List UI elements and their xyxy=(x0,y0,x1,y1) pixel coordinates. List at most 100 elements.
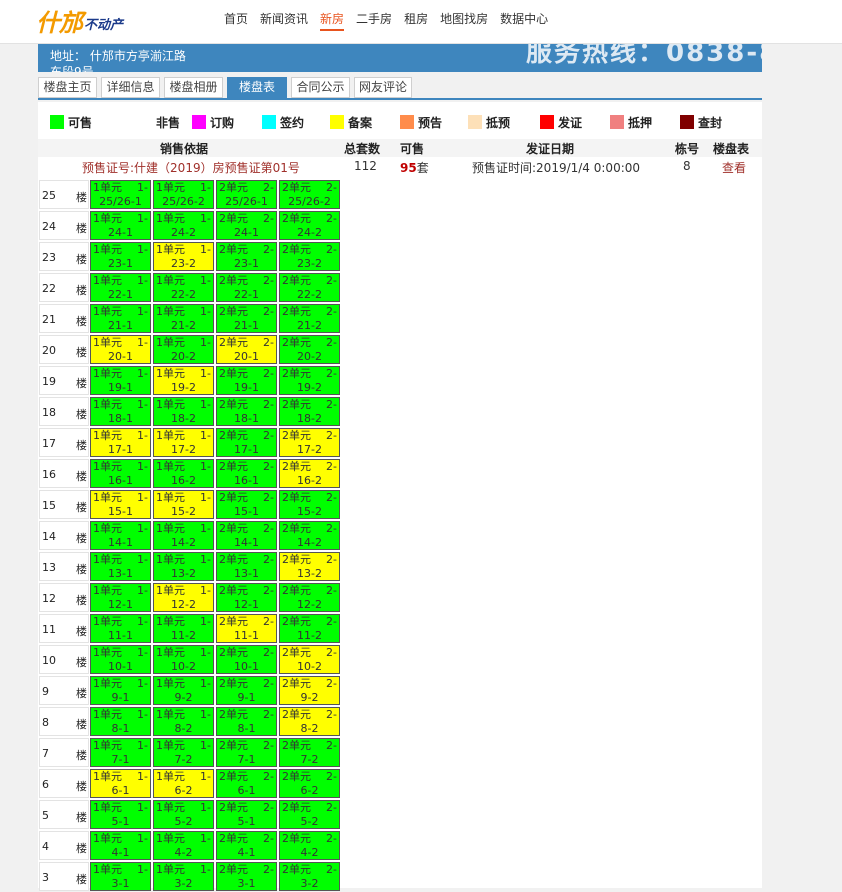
unit-cell[interactable]: 1单元 1- 12-1 xyxy=(90,583,151,612)
unit-cell[interactable]: 1单元 1- 20-1 xyxy=(90,335,151,364)
unit-cell[interactable]: 1单元 1- 24-2 xyxy=(153,211,214,240)
unit-cell[interactable]: 2单元 2- 16-1 xyxy=(216,459,277,488)
nav-second-hand[interactable]: 二手房 xyxy=(356,10,392,31)
unit-cell[interactable]: 2单元 2- 3-1 xyxy=(216,862,277,891)
unit-cell[interactable]: 1单元 1- 10-1 xyxy=(90,645,151,674)
unit-cell[interactable]: 2单元 2- 12-2 xyxy=(279,583,340,612)
unit-cell[interactable]: 2单元 2- 15-1 xyxy=(216,490,277,519)
unit-cell[interactable]: 2单元 2- 18-2 xyxy=(279,397,340,426)
unit-cell[interactable]: 1单元 1- 15-1 xyxy=(90,490,151,519)
tab-album[interactable]: 楼盘相册 xyxy=(164,77,223,98)
tab-building-table[interactable]: 楼盘表 xyxy=(227,77,287,98)
unit-cell[interactable]: 1单元 1- 4-2 xyxy=(153,831,214,860)
unit-cell[interactable]: 2单元 2- 19-1 xyxy=(216,366,277,395)
nav-news[interactable]: 新闻资讯 xyxy=(260,10,308,31)
unit-cell[interactable]: 1单元 1- 8-1 xyxy=(90,707,151,736)
unit-cell[interactable]: 1单元 1- 20-2 xyxy=(153,335,214,364)
unit-cell[interactable]: 2单元 2- 5-2 xyxy=(279,800,340,829)
unit-cell[interactable]: 1单元 1- 11-2 xyxy=(153,614,214,643)
unit-cell[interactable]: 2单元 2- 8-2 xyxy=(279,707,340,736)
unit-cell[interactable]: 1单元 1- 5-1 xyxy=(90,800,151,829)
unit-cell[interactable]: 1单元 1- 16-2 xyxy=(153,459,214,488)
unit-cell[interactable]: 2单元 2- 4-1 xyxy=(216,831,277,860)
unit-cell[interactable]: 2单元 2- 24-2 xyxy=(279,211,340,240)
unit-cell[interactable]: 2单元 2- 12-1 xyxy=(216,583,277,612)
tab-comments[interactable]: 网友评论 xyxy=(354,77,412,98)
nav-rent[interactable]: 租房 xyxy=(404,10,428,31)
unit-cell[interactable]: 1单元 1- 23-2 xyxy=(153,242,214,271)
unit-cell[interactable]: 2单元 2- 11-1 xyxy=(216,614,277,643)
unit-cell[interactable]: 2单元 2- 9-2 xyxy=(279,676,340,705)
unit-cell[interactable]: 2单元 2- 23-1 xyxy=(216,242,277,271)
unit-cell[interactable]: 1单元 1- 16-1 xyxy=(90,459,151,488)
tab-contract[interactable]: 合同公示 xyxy=(291,77,350,98)
unit-cell[interactable]: 1单元 1- 22-2 xyxy=(153,273,214,302)
unit-cell[interactable]: 1单元 1- 11-1 xyxy=(90,614,151,643)
unit-cell[interactable]: 2单元 2- 23-2 xyxy=(279,242,340,271)
unit-cell[interactable]: 1单元 1- 3-2 xyxy=(153,862,214,891)
unit-cell[interactable]: 2单元 2- 14-1 xyxy=(216,521,277,550)
unit-cell[interactable]: 2单元 2- 15-2 xyxy=(279,490,340,519)
unit-cell[interactable]: 2单元 2- 18-1 xyxy=(216,397,277,426)
view-link[interactable]: 查看 xyxy=(722,159,746,176)
unit-cell[interactable]: 1单元 1- 19-2 xyxy=(153,366,214,395)
unit-cell[interactable]: 2单元 2- 25/26-2 xyxy=(279,180,340,209)
unit-cell[interactable]: 2单元 2- 5-1 xyxy=(216,800,277,829)
unit-cell[interactable]: 1单元 1- 22-1 xyxy=(90,273,151,302)
unit-cell[interactable]: 1单元 1- 17-2 xyxy=(153,428,214,457)
unit-cell[interactable]: 2单元 2- 24-1 xyxy=(216,211,277,240)
unit-cell[interactable]: 1单元 1- 14-2 xyxy=(153,521,214,550)
unit-cell[interactable]: 1单元 1- 25/26-1 xyxy=(90,180,151,209)
unit-cell[interactable]: 2单元 2- 16-2 xyxy=(279,459,340,488)
unit-cell[interactable]: 2单元 2- 7-2 xyxy=(279,738,340,767)
unit-cell[interactable]: 2单元 2- 14-2 xyxy=(279,521,340,550)
unit-cell[interactable]: 1单元 1- 3-1 xyxy=(90,862,151,891)
unit-cell[interactable]: 2单元 2- 3-2 xyxy=(279,862,340,891)
unit-cell[interactable]: 1单元 1- 12-2 xyxy=(153,583,214,612)
unit-cell[interactable]: 2单元 2- 10-1 xyxy=(216,645,277,674)
unit-cell[interactable]: 2单元 2- 22-2 xyxy=(279,273,340,302)
unit-cell[interactable]: 2单元 2- 25/26-1 xyxy=(216,180,277,209)
unit-cell[interactable]: 2单元 2- 9-1 xyxy=(216,676,277,705)
unit-cell[interactable]: 1单元 1- 15-2 xyxy=(153,490,214,519)
unit-cell[interactable]: 1单元 1- 7-1 xyxy=(90,738,151,767)
unit-cell[interactable]: 1单元 1- 17-1 xyxy=(90,428,151,457)
unit-cell[interactable]: 1单元 1- 9-2 xyxy=(153,676,214,705)
unit-cell[interactable]: 1单元 1- 25/26-2 xyxy=(153,180,214,209)
unit-cell[interactable]: 1单元 1- 19-1 xyxy=(90,366,151,395)
unit-cell[interactable]: 1单元 1- 4-1 xyxy=(90,831,151,860)
unit-cell[interactable]: 1单元 1- 8-2 xyxy=(153,707,214,736)
site-logo[interactable]: 什邡 不动产 xyxy=(36,4,123,38)
unit-cell[interactable]: 2单元 2- 13-2 xyxy=(279,552,340,581)
unit-cell[interactable]: 1单元 1- 21-1 xyxy=(90,304,151,333)
unit-cell[interactable]: 1单元 1- 18-2 xyxy=(153,397,214,426)
unit-cell[interactable]: 1单元 1- 21-2 xyxy=(153,304,214,333)
unit-cell[interactable]: 1单元 1- 5-2 xyxy=(153,800,214,829)
unit-cell[interactable]: 2单元 2- 10-2 xyxy=(279,645,340,674)
unit-cell[interactable]: 2单元 2- 19-2 xyxy=(279,366,340,395)
unit-cell[interactable]: 2单元 2- 20-1 xyxy=(216,335,277,364)
nav-new-homes[interactable]: 新房 xyxy=(320,10,345,31)
nav-data-center[interactable]: 数据中心 xyxy=(500,10,548,31)
unit-cell[interactable]: 1单元 1- 7-2 xyxy=(153,738,214,767)
unit-cell[interactable]: 2单元 2- 11-2 xyxy=(279,614,340,643)
unit-cell[interactable]: 1单元 1- 14-1 xyxy=(90,521,151,550)
unit-cell[interactable]: 2单元 2- 22-1 xyxy=(216,273,277,302)
tab-details[interactable]: 详细信息 xyxy=(101,77,160,98)
unit-cell[interactable]: 2单元 2- 8-1 xyxy=(216,707,277,736)
unit-cell[interactable]: 1单元 1- 10-2 xyxy=(153,645,214,674)
nav-map-search[interactable]: 地图找房 xyxy=(440,10,488,31)
nav-home[interactable]: 首页 xyxy=(224,10,248,31)
unit-cell[interactable]: 1单元 1- 9-1 xyxy=(90,676,151,705)
unit-cell[interactable]: 2单元 2- 21-2 xyxy=(279,304,340,333)
unit-cell[interactable]: 2单元 2- 17-1 xyxy=(216,428,277,457)
tab-project-home[interactable]: 楼盘主页 xyxy=(38,77,97,98)
unit-cell[interactable]: 1单元 1- 24-1 xyxy=(90,211,151,240)
unit-cell[interactable]: 2单元 2- 6-2 xyxy=(279,769,340,798)
unit-cell[interactable]: 2单元 2- 20-2 xyxy=(279,335,340,364)
unit-cell[interactable]: 1单元 1- 13-2 xyxy=(153,552,214,581)
unit-cell[interactable]: 2单元 2- 6-1 xyxy=(216,769,277,798)
unit-cell[interactable]: 1单元 1- 6-2 xyxy=(153,769,214,798)
unit-cell[interactable]: 1单元 1- 23-1 xyxy=(90,242,151,271)
unit-cell[interactable]: 2单元 2- 17-2 xyxy=(279,428,340,457)
